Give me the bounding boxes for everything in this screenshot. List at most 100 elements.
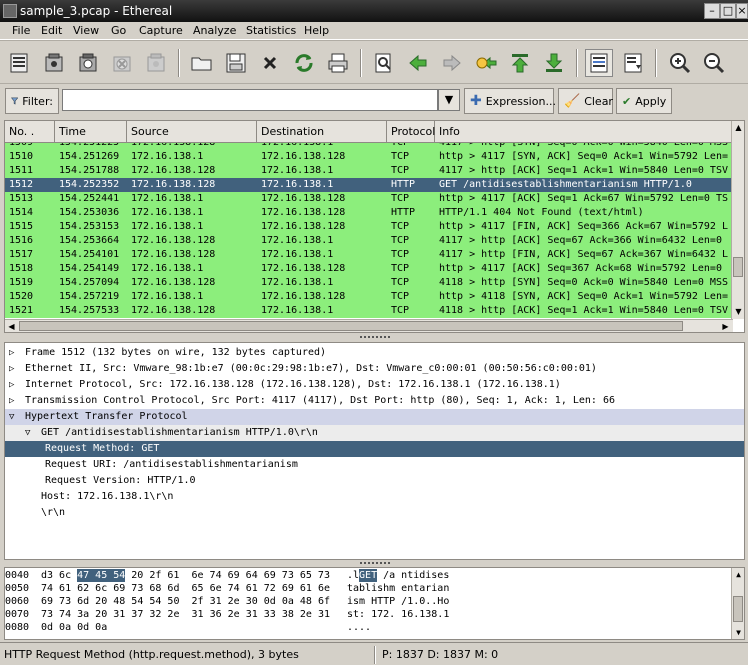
menu-analyze[interactable]: Analyze <box>193 23 236 39</box>
filter-history-dropdown[interactable]: ▼ <box>438 89 460 111</box>
expander-collapsed-icon[interactable]: ▷ <box>9 345 21 361</box>
capture-options-icon[interactable] <box>40 49 68 77</box>
expander-expanded-icon[interactable]: ▽ <box>25 425 37 441</box>
minimize-button[interactable]: – <box>704 3 720 19</box>
detail-text: GET /antidisestablishmentarianism HTTP/1… <box>41 427 318 438</box>
packet-row[interactable]: 1520 154.257219 172.16.138.1 172.16.138.128… <box>5 290 733 304</box>
hscroll-thumb[interactable] <box>19 321 683 331</box>
packet-row[interactable]: 1517 154.254101 172.16.138.128 172.16.138.1… <box>5 248 733 262</box>
detail-row[interactable]: Request URI: /antidisestablishmentariani… <box>5 457 744 473</box>
packet-row[interactable]: 1516 154.253664 172.16.138.128 172.16.138.1… <box>5 234 733 248</box>
stop-capture-icon[interactable] <box>108 49 136 77</box>
scroll-down-arrow-icon[interactable]: ▼ <box>732 626 745 639</box>
packet-row[interactable]: 1509 154.251225172.16.138.128 172.16.138.1… <box>5 143 733 150</box>
packet-row[interactable]: 1515 154.253153 172.16.138.1 172.16.138.128… <box>5 220 733 234</box>
expander-collapsed-icon[interactable]: ▷ <box>9 377 21 393</box>
colorize-list-icon[interactable] <box>585 49 613 77</box>
packet-details-tree[interactable]: ▷ Frame 1512 (132 bytes on wire, 132 byte… <box>4 342 745 560</box>
expander-expanded-icon[interactable]: ▽ <box>9 409 21 425</box>
packet-row[interactable]: 1511 154.251788 172.16.138.128 172.16.138.1… <box>5 164 733 178</box>
detail-row[interactable]: ▷ Internet Protocol, Src: 172.16.138.128 … <box>5 377 744 393</box>
packet-list-vscrollbar[interactable]: ▲ ▼ <box>731 121 744 319</box>
column-header-destination[interactable]: Destination <box>257 121 387 143</box>
detail-row[interactable]: ▽ GET /antidisestablishmentarianism HTTP/… <box>5 425 744 441</box>
filter-button[interactable]: Filter: <box>5 88 59 114</box>
menu-help[interactable]: Help <box>304 23 329 39</box>
packet-list-hscrollbar[interactable]: ◀ ▶ <box>5 319 733 332</box>
apply-filter-button[interactable]: ✔ Apply <box>616 88 672 114</box>
hex-row[interactable]: 0050 74 61 62 6c 69 73 68 6d 65 6e 74 61 … <box>5 582 729 595</box>
detail-row[interactable]: \r\n <box>5 505 744 521</box>
expander-collapsed-icon[interactable]: ▷ <box>9 393 21 409</box>
menu-go[interactable]: Go <box>111 23 126 39</box>
go-back-icon[interactable] <box>404 49 432 77</box>
hex-row[interactable]: 0040 d3 6c 47 45 54 20 2f 61 6e 74 69 64 … <box>5 569 729 582</box>
close-file-icon[interactable] <box>256 49 284 77</box>
cell-info: GET /antidisestablishmentarianism HTTP/1… <box>439 179 692 190</box>
go-last-packet-icon[interactable] <box>540 49 568 77</box>
start-capture-icon[interactable] <box>74 49 102 77</box>
expander-collapsed-icon[interactable]: ▷ <box>9 361 21 377</box>
close-window-button[interactable]: × <box>736 3 748 19</box>
bytes-vscrollbar[interactable]: ▲ ▼ <box>731 568 744 639</box>
scroll-up-arrow-icon[interactable]: ▲ <box>732 568 745 581</box>
column-header-source[interactable]: Source <box>127 121 257 143</box>
interfaces-icon[interactable] <box>6 49 34 77</box>
packet-bytes-pane[interactable]: 0040 d3 6c 47 45 54 20 2f 61 6e 74 69 64 … <box>4 567 745 640</box>
column-header-protocol[interactable]: Protocol <box>387 121 435 143</box>
go-to-packet-icon[interactable] <box>472 49 500 77</box>
packet-row[interactable]: 1512 154.252352 172.16.138.128 172.16.138.1… <box>5 178 733 192</box>
detail-row[interactable]: ▷ Frame 1512 (132 bytes on wire, 132 byte… <box>5 345 744 361</box>
detail-row[interactable]: Request Version: HTTP/1.0 <box>5 473 744 489</box>
packet-row[interactable]: 1519 154.257094 172.16.138.128 172.16.138.1… <box>5 276 733 290</box>
detail-row[interactable]: Request Method: GET <box>5 441 744 457</box>
cell-destination: 172.16.138.128 <box>261 193 346 204</box>
scroll-thumb[interactable] <box>733 596 743 622</box>
detail-row[interactable]: ▷ Transmission Control Protocol, Src Port… <box>5 393 744 409</box>
zoom-in-icon[interactable] <box>666 49 694 77</box>
pane-splitter[interactable] <box>360 562 390 566</box>
maximize-button[interactable]: □ <box>720 3 736 19</box>
column-header-no[interactable]: No. . <box>5 121 55 143</box>
packet-row[interactable]: 1518 154.254149 172.16.138.1 172.16.138.128… <box>5 262 733 276</box>
menu-view[interactable]: View <box>73 23 99 39</box>
column-header-info[interactable]: Info <box>435 121 733 143</box>
reload-icon[interactable] <box>290 49 318 77</box>
packet-row[interactable]: 1521 154.257533 172.16.138.128 172.16.138.1… <box>5 304 733 318</box>
menu-file[interactable]: File <box>12 23 30 39</box>
auto-scroll-icon[interactable] <box>619 49 647 77</box>
hex-row[interactable]: 0060 69 73 6d 20 48 54 54 50 2f 31 2e 30 … <box>5 595 729 608</box>
packet-row[interactable]: 1510 154.251269 172.16.138.1 172.16.138.128… <box>5 150 733 164</box>
find-packet-icon[interactable] <box>370 49 398 77</box>
expression-label: Expression... <box>485 94 556 108</box>
scroll-left-arrow-icon[interactable]: ◀ <box>5 320 18 333</box>
clear-filter-button[interactable]: 🧹 Clear <box>558 88 613 114</box>
scroll-up-arrow-icon[interactable]: ▲ <box>732 121 745 134</box>
menu-edit[interactable]: Edit <box>41 23 62 39</box>
column-header-time[interactable]: Time <box>55 121 127 143</box>
packet-row[interactable]: 1514 154.253036 172.16.138.1 172.16.138.128… <box>5 206 733 220</box>
pane-splitter[interactable] <box>360 336 390 340</box>
hex-row[interactable]: 0080 0d 0a 0d 0a.... <box>5 621 729 634</box>
zoom-out-icon[interactable] <box>700 49 728 77</box>
save-icon[interactable] <box>222 49 250 77</box>
expression-button[interactable]: ✚ Expression... <box>464 88 556 114</box>
packet-row[interactable]: 1513 154.252441 172.16.138.1 172.16.138.128… <box>5 192 733 206</box>
scroll-thumb[interactable] <box>733 257 743 277</box>
restart-capture-icon[interactable] <box>142 49 170 77</box>
menu-statistics[interactable]: Statistics <box>246 23 296 39</box>
filter-input[interactable] <box>62 89 438 111</box>
detail-row[interactable]: ▽ Hypertext Transfer Protocol <box>5 409 744 425</box>
title-bar[interactable]: sample_3.pcap - Ethereal – □ × <box>0 0 748 22</box>
go-first-packet-icon[interactable] <box>506 49 534 77</box>
detail-row[interactable]: ▷ Ethernet II, Src: Vmware_98:1b:e7 (00:0… <box>5 361 744 377</box>
menu-capture[interactable]: Capture <box>139 23 183 39</box>
hex-row[interactable]: 0070 73 74 3a 20 31 37 32 2e 31 36 2e 31 … <box>5 608 729 621</box>
open-folder-icon[interactable] <box>188 49 216 77</box>
detail-row[interactable]: Host: 172.16.138.1\r\n <box>5 489 744 505</box>
packet-list[interactable]: No. . Time Source Destination Protocol I… <box>4 120 745 333</box>
print-icon[interactable] <box>324 49 352 77</box>
scroll-right-arrow-icon[interactable]: ▶ <box>719 320 732 333</box>
scroll-down-arrow-icon[interactable]: ▼ <box>732 305 745 318</box>
go-forward-icon[interactable] <box>438 49 466 77</box>
